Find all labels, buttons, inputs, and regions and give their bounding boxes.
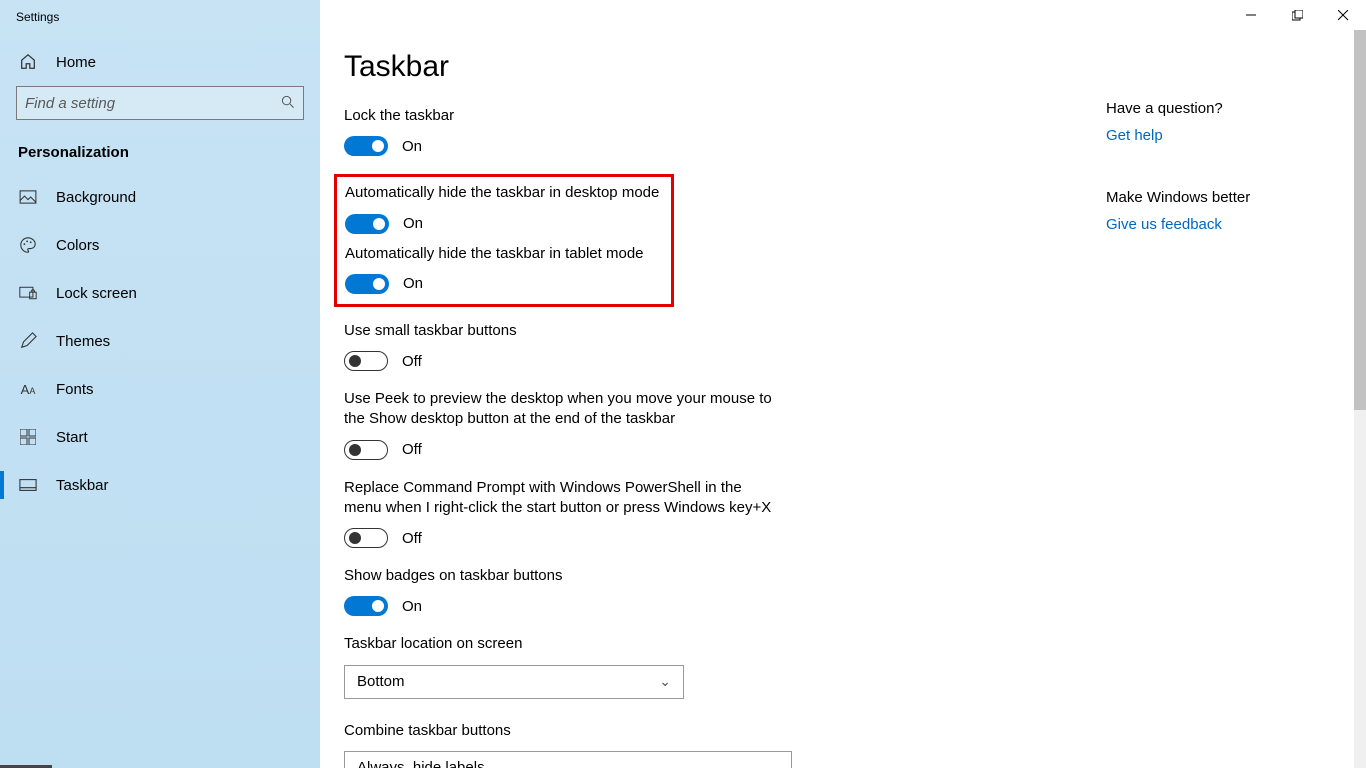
paint-icon xyxy=(18,331,38,351)
content-area: Taskbar Lock the taskbar On Automaticall… xyxy=(320,0,1106,768)
sidebar-item-label: Background xyxy=(56,189,136,206)
app-title: Settings xyxy=(0,10,320,38)
chevron-down-icon: ⌄ xyxy=(659,673,671,690)
toggle-hide-tablet[interactable] xyxy=(345,274,389,294)
window-controls xyxy=(1228,0,1366,30)
sidebar-item-fonts[interactable]: AA Fonts xyxy=(0,365,320,413)
right-pane: Have a question? Get help Make Windows b… xyxy=(1106,0,1366,768)
toggle-powershell[interactable] xyxy=(344,528,388,548)
toggle-state: On xyxy=(403,275,423,292)
toggle-state: Off xyxy=(402,441,422,458)
sidebar-item-label: Themes xyxy=(56,333,110,350)
toggle-state: On xyxy=(402,138,422,155)
toggle-small-buttons[interactable] xyxy=(344,351,388,371)
sidebar-item-start[interactable]: Start xyxy=(0,413,320,461)
sidebar-item-label: Taskbar xyxy=(56,477,109,494)
search-box[interactable] xyxy=(16,86,304,120)
toggle-hide-desktop[interactable] xyxy=(345,214,389,234)
palette-icon xyxy=(18,235,38,255)
sidebar-item-label: Start xyxy=(56,429,88,446)
sidebar-item-themes[interactable]: Themes xyxy=(0,317,320,365)
sidebar-item-label: Fonts xyxy=(56,381,94,398)
sidebar-item-taskbar[interactable]: Taskbar xyxy=(0,461,320,509)
setting-label-hide-desktop: Automatically hide the taskbar in deskto… xyxy=(345,183,663,203)
chevron-down-icon: ⌄ xyxy=(767,759,779,768)
setting-label-combine: Combine taskbar buttons xyxy=(344,721,774,741)
setting-label-hide-tablet: Automatically hide the taskbar in tablet… xyxy=(345,244,663,264)
home-icon xyxy=(18,52,38,72)
sidebar: Settings Home Personalization Background… xyxy=(0,0,320,768)
setting-label-location: Taskbar location on screen xyxy=(344,634,774,654)
get-help-link[interactable]: Get help xyxy=(1106,127,1163,144)
setting-label-peek: Use Peek to preview the desktop when you… xyxy=(344,389,774,430)
search-input[interactable] xyxy=(25,95,281,112)
maximize-button[interactable] xyxy=(1274,0,1320,30)
close-button[interactable] xyxy=(1320,0,1366,30)
give-feedback-link[interactable]: Give us feedback xyxy=(1106,216,1222,233)
group-header: Personalization xyxy=(0,130,320,173)
sidebar-item-label: Lock screen xyxy=(56,285,137,302)
nav-home-label: Home xyxy=(56,54,96,71)
image-icon xyxy=(18,187,38,207)
toggle-badges[interactable] xyxy=(344,596,388,616)
select-taskbar-location[interactable]: Bottom ⌄ xyxy=(344,665,684,699)
sidebar-item-colors[interactable]: Colors xyxy=(0,221,320,269)
sidebar-item-label: Colors xyxy=(56,237,99,254)
select-value: Always, hide labels xyxy=(357,759,485,768)
toggle-lock-taskbar[interactable] xyxy=(344,136,388,156)
toggle-state: On xyxy=(402,598,422,615)
setting-label-powershell: Replace Command Prompt with Windows Powe… xyxy=(344,478,774,519)
toggle-peek[interactable] xyxy=(344,440,388,460)
font-icon: AA xyxy=(18,379,38,399)
setting-label-lock: Lock the taskbar xyxy=(344,106,774,126)
minimize-button[interactable] xyxy=(1228,0,1274,30)
toggle-state: Off xyxy=(402,530,422,547)
nav-home[interactable]: Home xyxy=(0,38,320,86)
sidebar-item-background[interactable]: Background xyxy=(0,173,320,221)
start-icon xyxy=(18,427,38,447)
toggle-state: On xyxy=(403,215,423,232)
select-value: Bottom xyxy=(357,673,405,690)
setting-label-small-buttons: Use small taskbar buttons xyxy=(344,321,774,341)
taskbar-icon xyxy=(18,475,38,495)
help-heading: Have a question? xyxy=(1106,100,1342,117)
lock-screen-icon xyxy=(18,283,38,303)
setting-label-badges: Show badges on taskbar buttons xyxy=(344,566,774,586)
sidebar-item-lock-screen[interactable]: Lock screen xyxy=(0,269,320,317)
scrollbar-thumb[interactable] xyxy=(1354,30,1366,410)
toggle-state: Off xyxy=(402,353,422,370)
feedback-heading: Make Windows better xyxy=(1106,189,1342,206)
select-combine-buttons[interactable]: Always, hide labels ⌄ xyxy=(344,751,792,768)
highlight-annotation: Automatically hide the taskbar in deskto… xyxy=(334,174,674,307)
page-title: Taskbar xyxy=(344,50,1082,84)
search-icon xyxy=(281,95,295,112)
